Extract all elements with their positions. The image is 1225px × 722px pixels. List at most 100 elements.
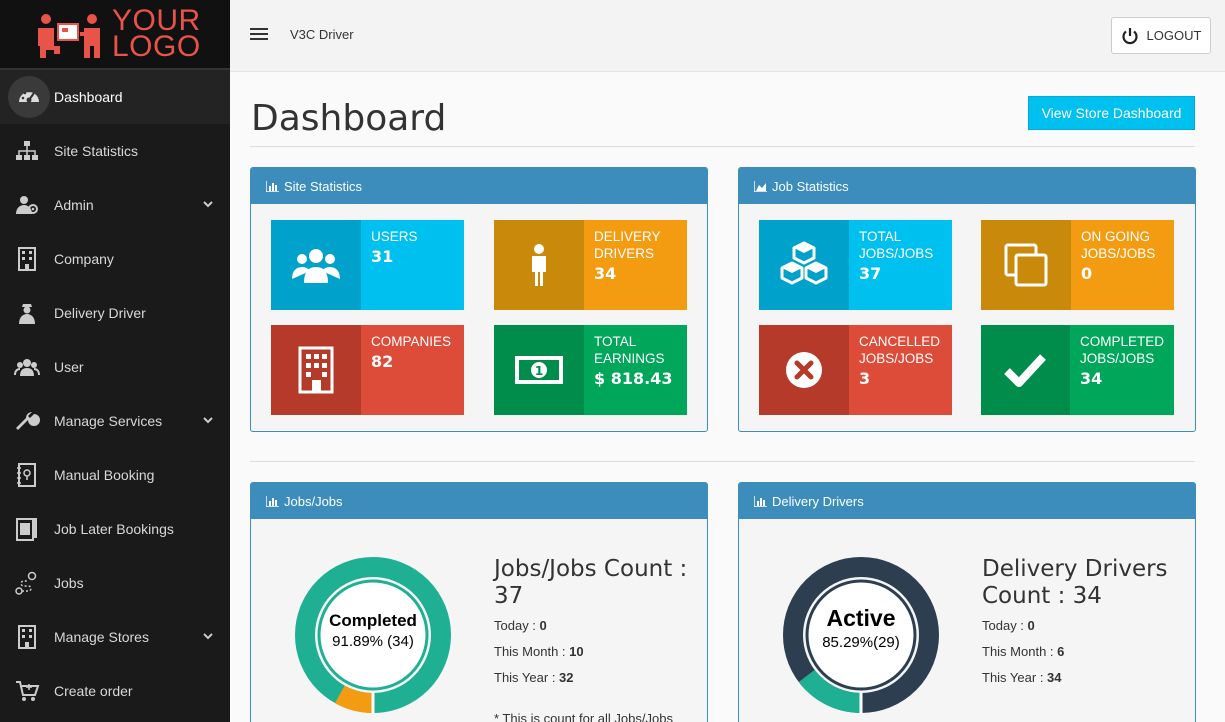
tile-label: USERS <box>371 229 418 244</box>
panel-title: Job Statistics <box>772 178 849 194</box>
sidebar-item-jobs[interactable]: Jobs <box>0 556 230 610</box>
panel-header: Delivery Drivers <box>739 483 1195 519</box>
panel-title: Delivery Drivers <box>772 493 864 509</box>
sidebar-item-site-statistics[interactable]: Site Statistics <box>0 124 230 178</box>
tile-label: CANCELLED JOBS/JOBS <box>859 334 941 366</box>
bar-chart-icon <box>754 495 767 507</box>
chevron-down-icon[interactable] <box>202 198 214 210</box>
delivery-drivers-tile[interactable]: DELIVERY DRIVERS 34 <box>494 220 687 310</box>
year-count: This Year : 34 <box>982 670 1062 685</box>
panel-header: Site Statistics <box>251 168 707 204</box>
sidebar-item-create-order[interactable]: Create order <box>0 664 230 718</box>
logo-text: YOUR LOGO <box>112 6 201 62</box>
month-count: This Month : 10 <box>494 644 584 659</box>
sidebar-item-label: Delivery Driver <box>54 305 146 321</box>
wrench-icon <box>16 412 40 430</box>
divider <box>250 146 1195 147</box>
cubes-icon <box>780 241 828 285</box>
count-value: 10 <box>569 644 584 659</box>
sidebar-item-manage-stores[interactable]: Manage Stores <box>0 610 230 664</box>
donut-center-label: Active 85.29%(29) <box>803 605 919 651</box>
sidebar-item-label: Manage Stores <box>54 629 149 645</box>
logout-button[interactable]: LOGOUT <box>1111 17 1211 54</box>
tile-value: 31 <box>371 247 394 266</box>
companies-tile[interactable]: COMPANIES 82 <box>271 325 464 415</box>
view-store-dashboard-button[interactable]: View Store Dashboard <box>1028 96 1195 130</box>
count-label: Today : <box>494 618 540 633</box>
tile-value: $ 818.43 <box>594 369 673 388</box>
sidebar-item-label: Company <box>54 251 114 267</box>
building-icon <box>18 247 36 271</box>
count-label: This Year : <box>982 670 1048 685</box>
chevron-down-icon[interactable] <box>202 414 214 426</box>
power-icon <box>1121 27 1138 44</box>
count-value: 32 <box>559 670 574 685</box>
sidebar-item-dashboard[interactable]: Dashboard <box>0 70 230 124</box>
bar-chart-icon <box>266 495 279 507</box>
svg-text:1: 1 <box>535 364 543 378</box>
donut-label: Active <box>826 605 896 631</box>
logo-icon <box>38 14 100 58</box>
total-jobs-tile[interactable]: TOTAL JOBS/JOBS 37 <box>759 220 952 310</box>
job-statistics-panel: Job Statistics TOTAL JOBS/JOBS 37 ON GOIN… <box>738 167 1196 432</box>
copy-icon <box>1004 243 1048 287</box>
sidebar-item-label: Admin <box>54 197 94 213</box>
count-label: This Month : <box>494 644 570 659</box>
sidebar-item-manage-services[interactable]: Manage Services <box>0 394 230 448</box>
drivers-count-title: Delivery Drivers Count : 34 <box>982 556 1168 609</box>
tile-label: COMPLETED JOBS/JOBS <box>1079 334 1164 366</box>
sidebar-item-admin[interactable]: Admin <box>0 178 230 232</box>
sidebar-item-label: Jobs <box>54 575 84 591</box>
panel-title: Jobs/Jobs <box>284 493 343 509</box>
users-icon <box>14 359 40 376</box>
sidebar-item-user[interactable]: User <box>0 340 230 394</box>
area-chart-icon <box>754 180 767 192</box>
sidebar-item-label: Dashboard <box>54 89 123 105</box>
top-bar: V3C Driver LOGOUT <box>230 0 1225 72</box>
driver-icon <box>19 304 35 324</box>
year-count: This Year : 32 <box>494 670 574 685</box>
route-icon <box>15 571 37 595</box>
count-value: 0 <box>1027 618 1035 633</box>
main-content: Dashboard View Store Dashboard Site Stat… <box>230 72 1225 722</box>
cancelled-jobs-tile[interactable]: CANCELLED JOBS/JOBS 3 <box>759 325 952 415</box>
sidebar-item-label: Job Later Bookings <box>54 521 174 537</box>
sidebar: YOUR LOGO Dashboard Site Statistics Admi… <box>0 0 230 722</box>
sidebar-item-company[interactable]: Company <box>0 232 230 286</box>
check-icon <box>1004 354 1047 387</box>
count-value: 0 <box>539 618 547 633</box>
donut-value: 85.29%(29) <box>822 634 900 651</box>
tile-value: 0 <box>1081 264 1093 283</box>
tile-value: 34 <box>594 264 617 283</box>
sidebar-item-manual-booking[interactable]: Manual Booking <box>0 448 230 502</box>
admin-icon <box>16 196 38 214</box>
building-icon <box>298 346 334 394</box>
booking-icon <box>17 463 36 487</box>
cancel-icon <box>786 352 822 388</box>
sidebar-item-job-later-bookings[interactable]: Job Later Bookings <box>0 502 230 556</box>
panel-header: Jobs/Jobs <box>251 483 707 519</box>
tile-label: COMPANIES <box>371 334 452 349</box>
tile-label: DELIVERY DRIVERS <box>594 229 661 261</box>
count-label: This Year : <box>494 670 560 685</box>
total-earnings-tile[interactable]: 1 TOTAL EARNINGS $ 818.43 <box>494 325 687 415</box>
chevron-down-icon[interactable] <box>202 630 214 642</box>
sidebar-item-delivery-driver[interactable]: Delivery Driver <box>0 286 230 340</box>
users-tile[interactable]: USERS 31 <box>271 220 464 310</box>
jobs-count-title: Jobs/Jobs Count : 37 <box>494 556 688 609</box>
tile-value: 3 <box>859 369 871 388</box>
jobs-note: * This is count for all Jobs/Jobs <box>494 711 673 722</box>
tile-label: ON GOING JOBS/JOBS <box>1081 229 1156 261</box>
delivery-drivers-panel: Delivery Drivers Active 85.29%(29) Deliv… <box>738 482 1196 722</box>
ongoing-jobs-tile[interactable]: ON GOING JOBS/JOBS 0 <box>981 220 1174 310</box>
menu-toggle-icon[interactable] <box>250 28 268 42</box>
dashboard-icon <box>19 89 39 103</box>
tile-label: TOTAL JOBS/JOBS <box>859 229 934 261</box>
logo[interactable]: YOUR LOGO <box>0 0 230 70</box>
tile-label: TOTAL EARNINGS <box>594 334 665 366</box>
sitemap-icon <box>16 141 38 160</box>
completed-jobs-tile[interactable]: COMPLETED JOBS/JOBS 34 <box>981 325 1174 415</box>
today-count: Today : 0 <box>982 618 1035 633</box>
tile-value: 37 <box>859 264 882 283</box>
sidebar-item-label: Manual Booking <box>54 467 155 483</box>
